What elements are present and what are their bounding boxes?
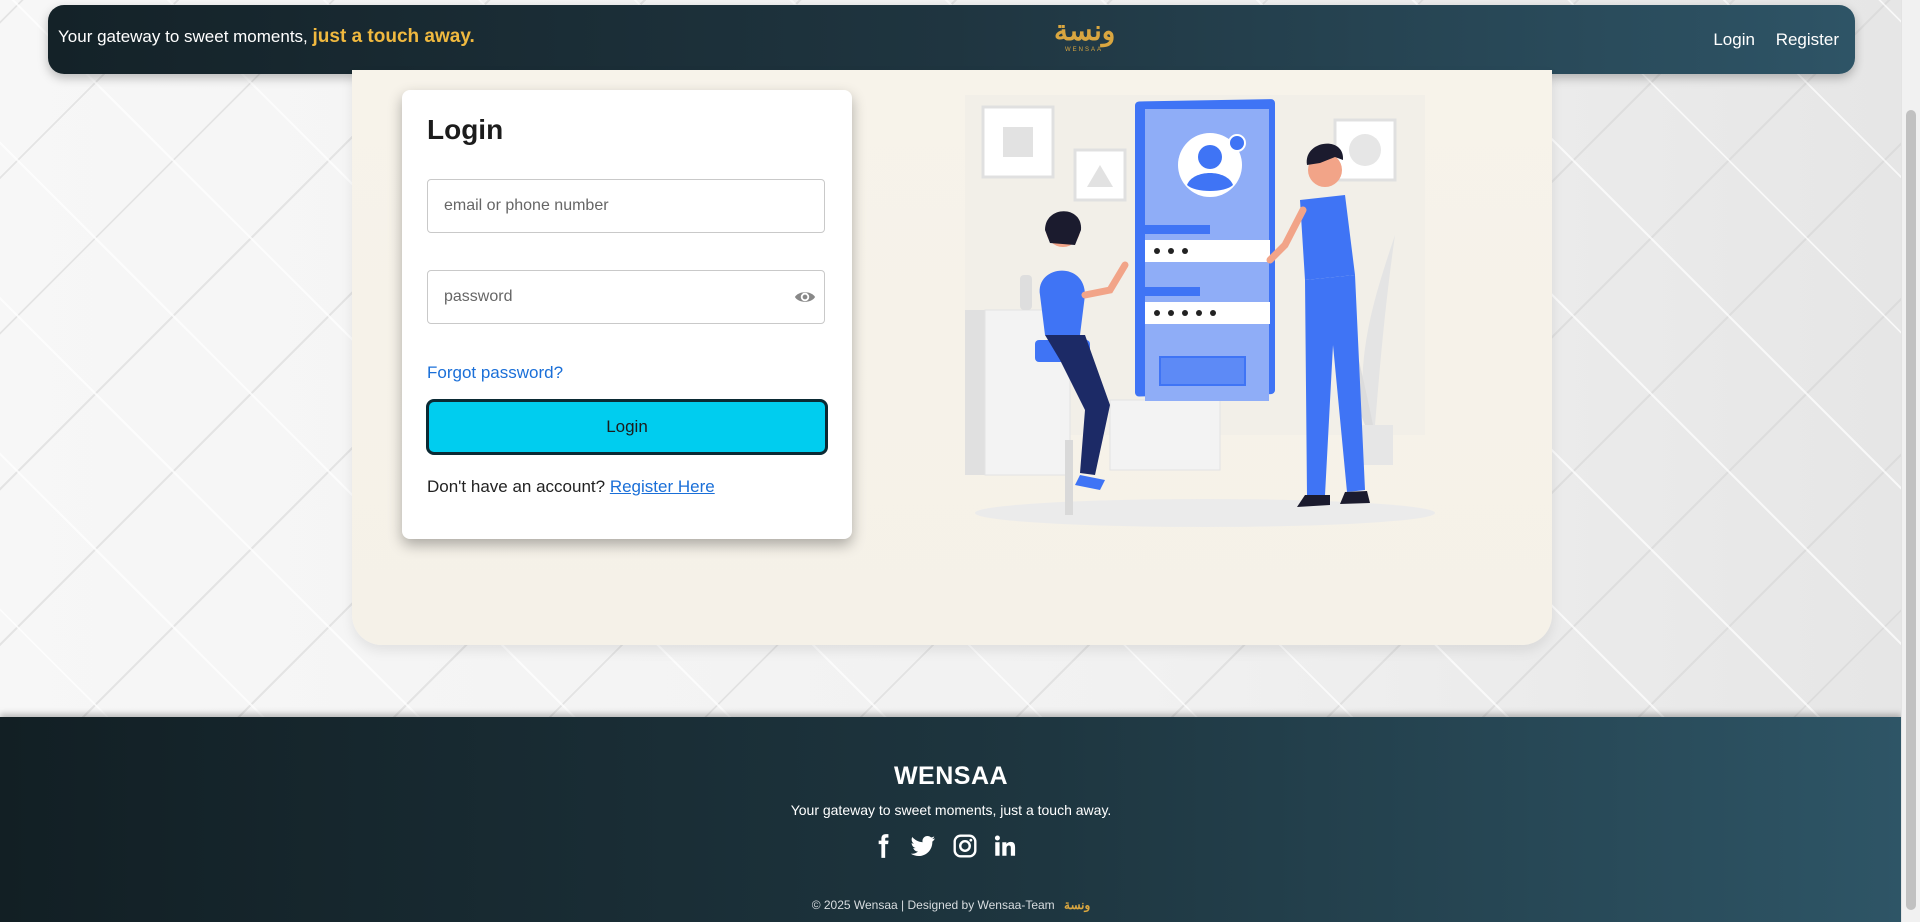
- brand-logo-word: WENSAA: [1064, 47, 1103, 53]
- brand-logo[interactable]: ونسة WENSAA: [1054, 14, 1116, 65]
- login-submit-button[interactable]: Login: [426, 399, 828, 455]
- frame-circle-shape: [1349, 134, 1381, 166]
- woman-torso: [1039, 270, 1085, 335]
- page-scrollbar[interactable]: [1901, 0, 1920, 922]
- login-title: Login: [427, 114, 504, 145]
- stool-leg: [1065, 440, 1073, 515]
- footer-mini-logo: ونسة: [1064, 898, 1091, 912]
- cabinet-side: [965, 310, 985, 475]
- vase: [1020, 275, 1032, 310]
- nav-register-link[interactable]: Register: [1776, 30, 1839, 49]
- instagram-icon[interactable]: [952, 833, 978, 859]
- woman-shoe: [1075, 475, 1105, 490]
- screen-field-2: [1145, 302, 1270, 324]
- login-illustration: [965, 95, 1435, 527]
- screen-label-2: [1145, 287, 1200, 296]
- copyright-text: © 2025 Wensaa | Designed by Wensaa-Team: [811, 898, 1055, 912]
- nav-tagline-accent: just a touch away.: [312, 26, 475, 47]
- wall-frame-left-inner: [1003, 127, 1033, 157]
- footer-tagline: Your gateway to sweet moments, just a to…: [790, 802, 1112, 818]
- nav-login-link[interactable]: Login: [1713, 30, 1755, 49]
- show-password-eye-icon[interactable]: [794, 288, 816, 306]
- man-shoe-left: [1297, 495, 1330, 507]
- no-account-text: Don't have an account?: [427, 477, 606, 496]
- screen-label-1: [1145, 225, 1210, 234]
- facebook-icon[interactable]: [870, 833, 896, 859]
- screen-notification-dot: [1228, 134, 1246, 152]
- site-footer: WENSAA Your gateway to sweet moments, ju…: [0, 717, 1902, 922]
- twitter-icon[interactable]: [910, 833, 936, 859]
- login-card: Login Forgot password? Login Don't have …: [402, 90, 852, 539]
- nav-tagline-main: Your gateway to sweet moments,: [58, 27, 308, 46]
- brand-logo-glyph: ونسة: [1054, 14, 1116, 47]
- top-navbar: Your gateway to sweet moments, just a to…: [48, 5, 1855, 74]
- man-shoe-right: [1340, 491, 1370, 504]
- password-input[interactable]: [427, 270, 825, 324]
- email-input[interactable]: [427, 179, 825, 233]
- footer-brand: WENSAA: [893, 762, 1009, 790]
- copyright-line: © 2025 Wensaa | Designed by Wensaa-Team …: [0, 898, 1902, 912]
- nav-tagline: Your gateway to sweet moments, just a to…: [58, 26, 475, 48]
- linkedin-icon[interactable]: [992, 833, 1018, 859]
- social-links: [870, 833, 1035, 859]
- register-prompt: Don't have an account? Register Here: [427, 477, 715, 497]
- drawer-unit: [1109, 399, 1221, 471]
- scrollbar-thumb[interactable]: [1906, 110, 1916, 910]
- forgot-password-link[interactable]: Forgot password?: [427, 363, 563, 383]
- screen-button: [1159, 356, 1246, 386]
- screen-field-1: [1145, 240, 1270, 262]
- floor-shadow: [975, 499, 1435, 527]
- nav-links: Login Register: [1697, 30, 1839, 50]
- screen-avatar-head: [1198, 145, 1222, 169]
- register-here-link[interactable]: Register Here: [610, 477, 715, 496]
